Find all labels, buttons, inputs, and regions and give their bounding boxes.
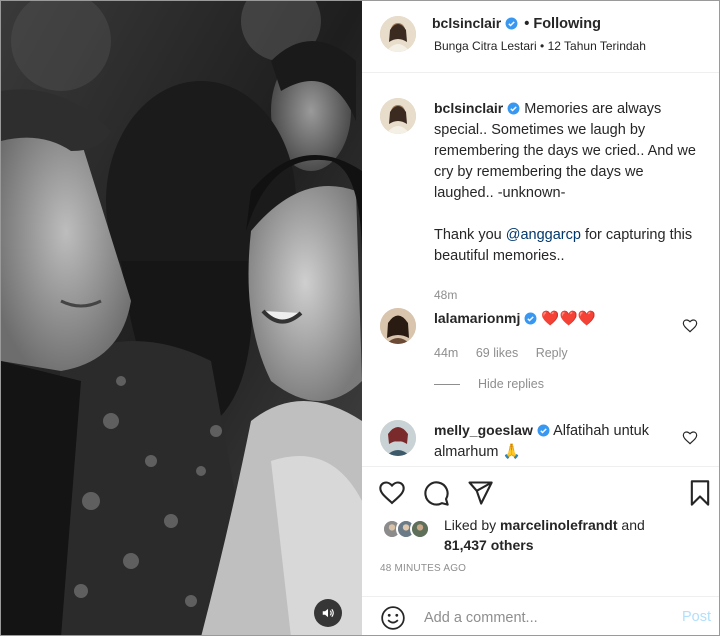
audio-subtitle-link[interactable]: Bunga Citra Lestari • 12 Tahun Terindah xyxy=(434,39,646,53)
post-comment-button[interactable]: Post xyxy=(682,609,711,625)
likes-and: and xyxy=(617,517,645,533)
comment-time[interactable]: 44m xyxy=(434,346,458,360)
likes-text: Liked by marcelinolefrandt and 81,437 ot… xyxy=(444,515,674,555)
heart-icon[interactable] xyxy=(682,430,698,446)
caption-avatar[interactable] xyxy=(380,98,416,134)
verified-badge-icon xyxy=(505,17,518,30)
likes-others-count[interactable]: 81,437 others xyxy=(444,537,534,553)
author-username[interactable]: bclsinclair xyxy=(432,15,501,31)
comment-meta: 44m 69 likes Reply xyxy=(434,346,582,360)
commenter-avatar[interactable] xyxy=(380,308,416,344)
comment-input[interactable] xyxy=(424,607,664,629)
commenter-username[interactable]: lalamarionmj xyxy=(434,310,520,326)
verified-badge-icon xyxy=(537,424,550,437)
heart-icon[interactable] xyxy=(378,479,406,507)
bookmark-icon[interactable] xyxy=(686,479,714,507)
caption-time[interactable]: 48m xyxy=(434,288,457,302)
post-side-panel: bclsinclair • Following Bunga Citra Lestar… xyxy=(362,1,719,635)
black-and-white-photo xyxy=(1,1,362,635)
smiley-icon[interactable] xyxy=(380,605,406,631)
paper-plane-icon[interactable] xyxy=(466,479,494,507)
hide-replies-label: Hide replies xyxy=(478,377,545,391)
commenter-avatar[interactable] xyxy=(380,420,416,456)
hide-replies-button[interactable]: Hide replies xyxy=(434,377,544,391)
liker-username[interactable]: marcelinolefrandt xyxy=(500,517,617,533)
post-timestamp[interactable]: 48 MINUTES AGO xyxy=(380,563,466,574)
verified-badge-icon xyxy=(507,102,520,115)
caption-text: bclsinclair Memories are always special.… xyxy=(434,98,706,267)
liked-by-prefix: Liked by xyxy=(444,517,501,533)
comments-list[interactable]: bclsinclair Memories are always special.… xyxy=(362,74,719,466)
speaker-icon xyxy=(322,608,334,618)
post-media-video[interactable] xyxy=(1,1,362,635)
comment-text: melly_goeslaw Alfatihah untuk almarhum 🙏 xyxy=(434,420,674,463)
header-username-row: bclsinclair • Following xyxy=(432,15,601,32)
commenter-username[interactable]: melly_goeslaw xyxy=(434,422,533,438)
post-dialog: bclsinclair • Following Bunga Citra Lestar… xyxy=(0,0,720,636)
separator-dot: • xyxy=(524,16,530,32)
comment-likes[interactable]: 69 likes xyxy=(476,346,518,360)
author-avatar[interactable] xyxy=(380,16,416,52)
mention-link[interactable]: @anggarcp xyxy=(506,227,581,243)
add-comment-bar: Post xyxy=(362,596,719,635)
following-button[interactable]: Following xyxy=(533,16,601,32)
replies-divider-line xyxy=(434,384,460,386)
post-header: bclsinclair • Following Bunga Citra Lestar… xyxy=(362,1,719,73)
action-bar: Liked by marcelinolefrandt and 81,437 ot… xyxy=(362,466,719,596)
caption-username[interactable]: bclsinclair xyxy=(434,100,503,116)
heart-icon[interactable] xyxy=(682,318,698,334)
comment-text: lalamarionmj ❤️❤️❤️ xyxy=(434,308,674,330)
caption-body: Memories are always special.. Sometimes … xyxy=(434,101,696,201)
liker-avatar xyxy=(410,519,430,539)
caption-thanks-prefix: Thank you xyxy=(434,227,506,243)
comment-body: ❤️❤️❤️ xyxy=(541,311,596,327)
comment-bubble-icon[interactable] xyxy=(422,479,450,507)
verified-badge-icon xyxy=(524,312,537,325)
sound-toggle-button[interactable] xyxy=(314,599,342,627)
reply-button[interactable]: Reply xyxy=(536,346,568,360)
